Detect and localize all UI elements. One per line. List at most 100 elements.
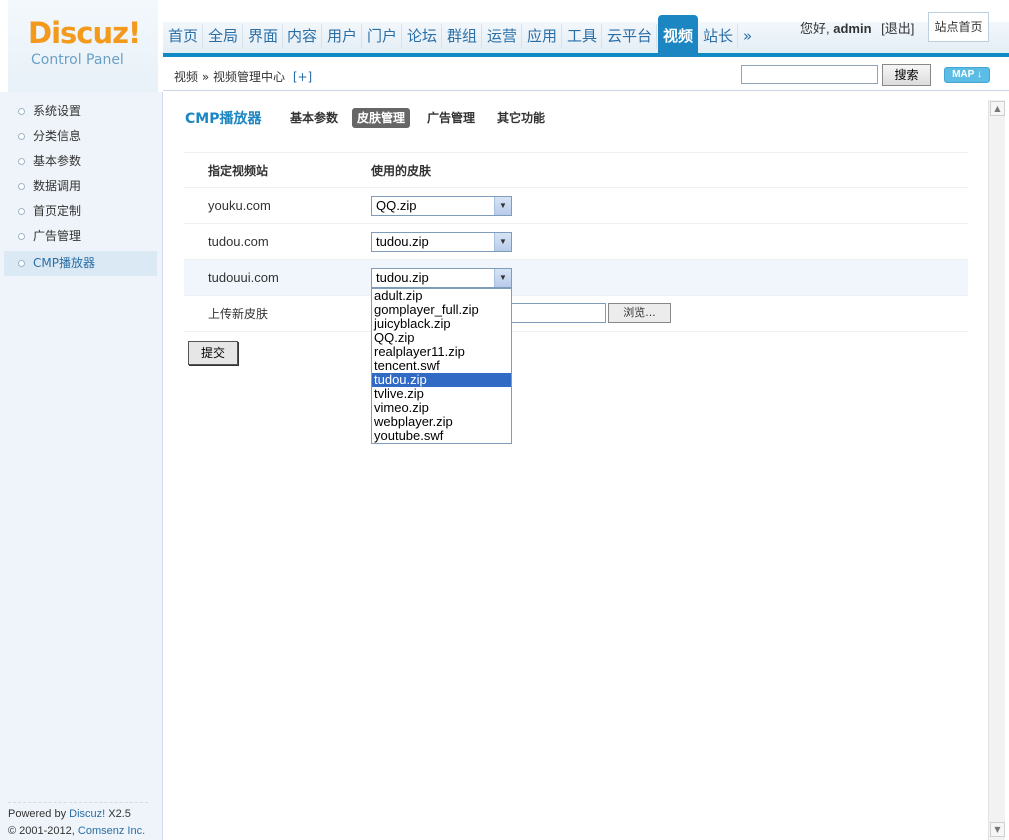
tab-ad-management[interactable]: 广告管理 — [422, 108, 480, 128]
search-button[interactable]: 搜索 — [882, 64, 931, 86]
version-text: X2.5 — [108, 808, 131, 820]
skin-select-value: tudou.zip — [376, 270, 429, 285]
dropdown-option-selected[interactable]: tudou.zip — [372, 373, 511, 387]
sidebar: 系统设置 分类信息 基本参数 数据调用 首页定制 广告管理 CMP播放器 Pow… — [0, 92, 163, 840]
bullet-icon — [18, 208, 25, 215]
greeting: 您好, — [800, 21, 830, 36]
nav-tab-tools[interactable]: 工具 — [563, 24, 603, 49]
bullet-icon — [18, 233, 25, 240]
nav-tab-more[interactable]: » — [739, 24, 756, 49]
dropdown-option[interactable]: adult.zip — [372, 289, 511, 303]
sidebar-item-label: 基本参数 — [33, 154, 82, 168]
dropdown-option[interactable]: QQ.zip — [372, 331, 511, 345]
sidebar-item-label: 数据调用 — [33, 179, 82, 193]
sidebar-item-label: 广告管理 — [33, 229, 82, 243]
sidebar-item-basic-params[interactable]: 基本参数 — [4, 149, 157, 174]
logo[interactable]: Discuz! Control Panel — [8, 0, 158, 92]
dropdown-option[interactable]: youtube.swf — [372, 429, 511, 443]
site-name: tudou.com — [208, 234, 269, 249]
bullet-icon — [18, 158, 25, 165]
dropdown-option[interactable]: juicyblack.zip — [372, 317, 511, 331]
scrollbar[interactable]: ▲ ▼ — [988, 100, 1005, 840]
tab-other-functions[interactable]: 其它功能 — [492, 108, 550, 128]
dropdown-option[interactable]: vimeo.zip — [372, 401, 511, 415]
nav-tab-forum[interactable]: 论坛 — [403, 24, 443, 49]
nav-tab-global[interactable]: 全局 — [204, 24, 244, 49]
sidebar-item-system-settings[interactable]: 系统设置 — [4, 99, 157, 124]
dropdown-option[interactable]: webplayer.zip — [372, 415, 511, 429]
chevron-down-icon[interactable]: ▼ — [494, 269, 511, 287]
sidebar-item-cmp-player[interactable]: CMP播放器 — [4, 251, 157, 276]
username: admin — [833, 21, 872, 36]
bullet-icon — [18, 260, 25, 267]
breadcrumb-text[interactable]: 视频 » 视频管理中心 — [174, 70, 285, 84]
submit-button[interactable]: 提交 — [188, 341, 238, 365]
site-home-button[interactable]: 站点首页 — [928, 12, 989, 42]
header: Discuz! Control Panel 首页 全局 界面 内容 用户 门户 … — [0, 0, 1009, 92]
comsenz-link[interactable]: Comsenz Inc. — [78, 825, 145, 837]
scroll-down-icon[interactable]: ▼ — [990, 822, 1005, 837]
nav-tab-interface[interactable]: 界面 — [244, 24, 284, 49]
logo-subtitle: Control Panel — [31, 52, 124, 68]
table-row: tudouui.com tudou.zip ▼ — [184, 260, 968, 296]
discuz-link[interactable]: Discuz! — [69, 808, 105, 820]
table-row: youku.com QQ.zip ▼ — [184, 188, 968, 224]
sidebar-item-homepage-custom[interactable]: 首页定制 — [4, 199, 157, 224]
nav-tab-home[interactable]: 首页 — [164, 24, 204, 49]
sidebar-item-data-call[interactable]: 数据调用 — [4, 174, 157, 199]
header-skin-used: 使用的皮肤 — [371, 164, 432, 178]
skin-select[interactable]: tudou.zip ▼ — [371, 232, 512, 252]
search-input[interactable] — [741, 65, 878, 84]
upload-row: 上传新皮肤 浏览... — [184, 296, 968, 332]
table-row: tudou.com tudou.zip ▼ — [184, 224, 968, 260]
upload-label: 上传新皮肤 — [208, 307, 269, 321]
nav-tab-users[interactable]: 用户 — [323, 24, 363, 49]
tab-basic-params[interactable]: 基本参数 — [285, 108, 343, 128]
chevron-down-icon[interactable]: ▼ — [494, 233, 511, 251]
logout-link[interactable]: [退出] — [881, 21, 914, 36]
nav-tab-groups[interactable]: 群组 — [443, 24, 483, 49]
sidebar-menu: 系统设置 分类信息 基本参数 数据调用 首页定制 广告管理 CMP播放器 — [4, 99, 157, 276]
sidebar-item-label: 系统设置 — [33, 104, 82, 118]
sidebar-item-label: 分类信息 — [33, 129, 82, 143]
table-header-row: 指定视频站 使用的皮肤 — [184, 152, 968, 188]
browse-button[interactable]: 浏览... — [608, 303, 671, 323]
chevron-down-icon[interactable]: ▼ — [494, 197, 511, 215]
copyright-line-2: © 2001-2012, Comsenz Inc. — [8, 823, 148, 840]
copyright: Powered by Discuz! X2.5 © 2001-2012, Com… — [8, 802, 148, 840]
nav-tab-webmaster[interactable]: 站长 — [699, 24, 739, 49]
bullet-icon — [18, 183, 25, 190]
nav-tab-cloud[interactable]: 云平台 — [603, 24, 658, 49]
skin-select[interactable]: QQ.zip ▼ — [371, 196, 512, 216]
nav-tab-portal[interactable]: 门户 — [363, 24, 403, 49]
sub-bar: 视频 » 视频管理中心 [+] 搜索 MAP ↓ — [163, 61, 1009, 91]
page-title: CMP播放器 — [185, 111, 262, 127]
dropdown-option[interactable]: realplayer11.zip — [372, 345, 511, 359]
sidebar-item-category-info[interactable]: 分类信息 — [4, 124, 157, 149]
map-button[interactable]: MAP ↓ — [944, 67, 990, 83]
tab-skin-management[interactable]: 皮肤管理 — [352, 108, 411, 128]
dropdown-option[interactable]: tvlive.zip — [372, 387, 511, 401]
skin-dropdown-list[interactable]: adult.zip gomplayer_full.zip juicyblack.… — [371, 288, 512, 444]
scroll-up-icon[interactable]: ▲ — [990, 101, 1005, 116]
sidebar-item-label: 首页定制 — [33, 204, 82, 218]
nav-tab-apps[interactable]: 应用 — [523, 24, 563, 49]
sidebar-item-ad-management[interactable]: 广告管理 — [4, 224, 157, 249]
bullet-icon — [18, 108, 25, 115]
add-shortcut-link[interactable]: [+] — [293, 70, 312, 84]
header-video-site: 指定视频站 — [208, 164, 269, 178]
nav-tab-operations[interactable]: 运营 — [483, 24, 523, 49]
skin-select-open[interactable]: tudou.zip ▼ — [371, 268, 512, 288]
sidebar-item-label: CMP播放器 — [33, 256, 95, 270]
site-name: youku.com — [208, 198, 271, 213]
copyright-line-1: Powered by Discuz! X2.5 — [8, 806, 148, 823]
skin-select-value: tudou.zip — [376, 234, 429, 249]
powered-by-text: Powered by — [8, 808, 67, 820]
dropdown-option[interactable]: tencent.swf — [372, 359, 511, 373]
logo-brand: Discuz! — [28, 16, 141, 50]
nav-tab-video[interactable]: 视频 — [658, 15, 699, 57]
dropdown-option[interactable]: gomplayer_full.zip — [372, 303, 511, 317]
main-content: CMP播放器 基本参数 皮肤管理 广告管理 其它功能 指定视频站 使用的皮肤 y… — [164, 92, 988, 840]
nav-tab-content[interactable]: 内容 — [283, 24, 323, 49]
breadcrumb: 视频 » 视频管理中心 [+] — [174, 68, 312, 85]
